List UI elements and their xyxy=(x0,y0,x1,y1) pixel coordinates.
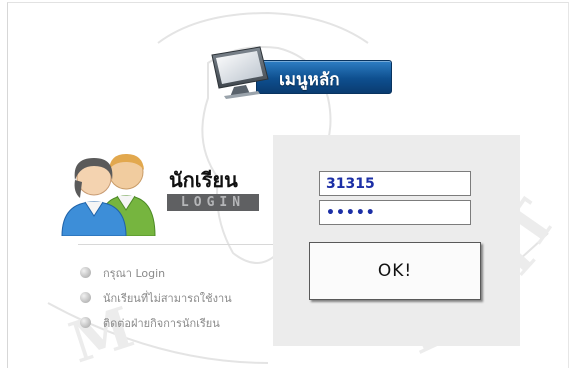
users-avatar-icon xyxy=(61,154,156,236)
username-input[interactable] xyxy=(319,171,471,196)
login-subtitle: LOGIN xyxy=(167,194,259,211)
link-label: ติดต่อฝ่ายกิจการนักเรียน xyxy=(103,316,220,330)
main-menu-button[interactable]: เมนูหลัก xyxy=(206,45,394,99)
link-contact-student-affairs[interactable]: ติดต่อฝ่ายกิจการนักเรียน xyxy=(80,310,232,335)
link-please-login[interactable]: กรุณา Login xyxy=(80,260,232,285)
main-menu-label: เมนูหลัก xyxy=(279,70,340,90)
bullet-icon xyxy=(80,292,91,303)
page-title: นักเรียน xyxy=(169,168,238,192)
password-input[interactable] xyxy=(319,200,471,225)
link-label: นักเรียนที่ไม่สามารถใช้งาน xyxy=(103,291,232,305)
bullet-icon xyxy=(80,317,91,328)
main-menu-bar: เมนูหลัก xyxy=(256,60,392,94)
ok-button-label: OK! xyxy=(377,261,413,281)
login-page: M E R S I T เมนูหลัก xyxy=(7,2,569,368)
login-form-panel: OK! xyxy=(273,135,520,346)
divider xyxy=(78,244,278,245)
ok-button[interactable]: OK! xyxy=(309,242,481,300)
link-label: กรุณา Login xyxy=(103,266,166,280)
link-cannot-use[interactable]: นักเรียนที่ไม่สามารถใช้งาน xyxy=(80,285,232,310)
help-links: กรุณา Login นักเรียนที่ไม่สามารถใช้งาน ต… xyxy=(80,260,232,335)
computer-monitor-icon xyxy=(211,46,269,99)
bullet-icon xyxy=(80,267,91,278)
